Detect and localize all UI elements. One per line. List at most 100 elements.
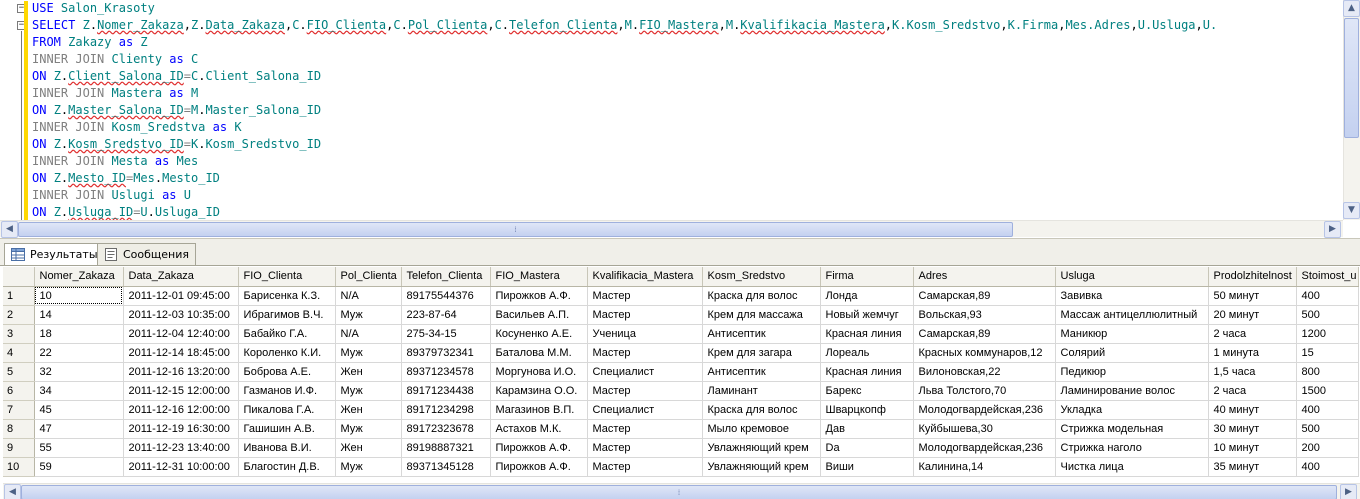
table-cell[interactable]: 1500 [1296, 381, 1359, 401]
table-cell[interactable]: Льва Толстого,70 [913, 381, 1056, 401]
scroll-down-icon[interactable]: ▼ [1343, 202, 1360, 219]
table-cell[interactable]: 2011-12-16 12:00:00 [123, 400, 239, 420]
table-cell[interactable]: Самарская,89 [913, 324, 1056, 344]
row-number[interactable]: 9 [3, 438, 35, 458]
table-cell[interactable]: 2011-12-19 16:30:00 [123, 419, 239, 439]
table-cell[interactable]: 89371234578 [401, 362, 491, 382]
table-cell[interactable]: Благостин Д.В. [238, 457, 336, 477]
table-row[interactable]: 3 18 2011-12-04 12:40:00 Бабайко Г.А. N/A 275… [3, 324, 1359, 344]
table-cell[interactable]: 400 [1296, 286, 1359, 306]
table-cell[interactable]: 500 [1296, 305, 1359, 325]
table-cell[interactable]: 20 минут [1208, 305, 1297, 325]
table-cell[interactable]: Мастер [587, 381, 703, 401]
table-cell[interactable]: 50 минут [1208, 286, 1297, 306]
column-header[interactable]: FIO_Mastera [490, 267, 588, 287]
table-cell[interactable]: Антисептик [702, 324, 821, 344]
table-row[interactable]: 4 22 2011-12-14 18:45:00 Короленко К.И. Муж 8… [3, 343, 1359, 363]
table-cell[interactable]: 500 [1296, 419, 1359, 439]
table-cell[interactable]: Муж [335, 381, 402, 401]
table-cell[interactable]: Чистка лица [1055, 457, 1209, 477]
table-cell[interactable]: 2011-12-31 10:00:00 [123, 457, 239, 477]
table-cell[interactable]: Специалист [587, 362, 703, 382]
table-row[interactable]: 7 45 2011-12-16 12:00:00 Пикалова Г.А. Жен 89… [3, 400, 1359, 420]
query-editor[interactable]: − − USE Salon_Krasoty SELECT Z.Nomer_Zaka… [0, 0, 1360, 238]
table-cell[interactable]: Увлажняющий крем [702, 457, 821, 477]
scroll-right-icon[interactable]: ▶ [1340, 484, 1357, 499]
table-cell[interactable]: Магазинов В.П. [490, 400, 588, 420]
tab-results[interactable]: Результаты [4, 243, 105, 266]
table-cell[interactable]: 45 [34, 400, 124, 420]
table-cell[interactable]: 2011-12-15 12:00:00 [123, 381, 239, 401]
grid-corner[interactable] [3, 267, 35, 287]
table-cell[interactable]: Стрижка наголо [1055, 438, 1209, 458]
table-cell[interactable]: 10 минут [1208, 438, 1297, 458]
table-cell[interactable]: Новый жемчуг [820, 305, 914, 325]
table-cell[interactable]: 35 минут [1208, 457, 1297, 477]
table-cell[interactable]: Мастер [587, 305, 703, 325]
table-cell[interactable]: Маникюр [1055, 324, 1209, 344]
table-cell[interactable]: Муж [335, 305, 402, 325]
table-cell[interactable]: 400 [1296, 457, 1359, 477]
table-cell[interactable]: Мастер [587, 286, 703, 306]
table-cell[interactable]: 89171234298 [401, 400, 491, 420]
table-cell[interactable]: Жен [335, 438, 402, 458]
table-cell[interactable]: Лонда [820, 286, 914, 306]
row-number[interactable]: 10 [3, 457, 35, 477]
table-cell[interactable]: Красных коммунаров,12 [913, 343, 1056, 363]
table-cell[interactable]: Газманов И.Ф. [238, 381, 336, 401]
table-row[interactable]: 2 14 2011-12-03 10:35:00 Ибрагимов В.Ч. Муж 2… [3, 305, 1359, 325]
scrollbar-thumb[interactable] [1344, 18, 1359, 138]
table-cell[interactable]: Массаж антицеллюлитный [1055, 305, 1209, 325]
scrollbar-thumb[interactable]: ⁞ [18, 222, 1013, 237]
table-cell[interactable]: Мастер [587, 457, 703, 477]
column-header[interactable]: FIO_Clienta [238, 267, 336, 287]
table-cell[interactable]: 89172323678 [401, 419, 491, 439]
sql-code[interactable]: USE Salon_Krasoty SELECT Z.Nomer_Zakaza,Z… [32, 0, 1342, 220]
editor-horizontal-scrollbar[interactable]: ◀ ⁞ ▶ [0, 220, 1343, 238]
table-row[interactable]: 5 32 2011-12-16 13:20:00 Боброва А.Е. Жен 893… [3, 362, 1359, 382]
table-cell[interactable]: Краска для волос [702, 400, 821, 420]
table-cell[interactable]: 14 [34, 305, 124, 325]
table-cell[interactable]: Крем для загара [702, 343, 821, 363]
table-cell[interactable]: 59 [34, 457, 124, 477]
table-cell[interactable]: Астахов М.К. [490, 419, 588, 439]
table-cell[interactable]: Мастер [587, 343, 703, 363]
table-cell[interactable]: Васильев А.П. [490, 305, 588, 325]
table-cell[interactable]: 275-34-15 [401, 324, 491, 344]
scroll-left-icon[interactable]: ◀ [4, 484, 21, 499]
table-cell[interactable]: Краска для волос [702, 286, 821, 306]
table-cell[interactable]: 2011-12-14 18:45:00 [123, 343, 239, 363]
column-header[interactable]: Nomer_Zakaza [34, 267, 124, 287]
row-number[interactable]: 1 [3, 286, 35, 306]
table-cell[interactable]: Солярий [1055, 343, 1209, 363]
table-cell[interactable]: Куйбышева,30 [913, 419, 1056, 439]
table-cell[interactable]: Муж [335, 457, 402, 477]
tab-messages[interactable]: Сообщения [97, 243, 197, 265]
table-cell[interactable]: Антисептик [702, 362, 821, 382]
table-cell[interactable]: 32 [34, 362, 124, 382]
table-cell[interactable]: Муж [335, 343, 402, 363]
column-header[interactable]: Stoimost_u [1296, 267, 1359, 287]
table-cell[interactable]: 2011-12-03 10:35:00 [123, 305, 239, 325]
table-row[interactable]: 10 59 2011-12-31 10:00:00 Благостин Д.В. Муж… [3, 457, 1359, 477]
table-cell[interactable]: 22 [34, 343, 124, 363]
column-header[interactable]: Data_Zakaza [123, 267, 239, 287]
table-cell[interactable]: 1,5 часа [1208, 362, 1297, 382]
table-cell[interactable]: Мастер [587, 419, 703, 439]
table-row[interactable]: 6 34 2011-12-15 12:00:00 Газманов И.Ф. Муж 89… [3, 381, 1359, 401]
table-cell[interactable]: 800 [1296, 362, 1359, 382]
scroll-right-icon[interactable]: ▶ [1324, 221, 1341, 238]
table-cell[interactable]: Боброва А.Е. [238, 362, 336, 382]
table-row[interactable]: 1 10 2011-12-01 09:45:00 Барисенка К.З. N/A 8… [3, 286, 1359, 306]
table-cell[interactable]: 223-87-64 [401, 305, 491, 325]
table-cell[interactable]: Пирожков А.Ф. [490, 457, 588, 477]
table-cell[interactable]: Карамзина О.О. [490, 381, 588, 401]
table-row[interactable]: 9 55 2011-12-23 13:40:00 Иванова В.И. Жен 891… [3, 438, 1359, 458]
table-cell[interactable]: Пирожков А.Ф. [490, 286, 588, 306]
table-cell[interactable]: Гашишин А.В. [238, 419, 336, 439]
table-cell[interactable]: Стрижка модельная [1055, 419, 1209, 439]
table-cell[interactable]: Пикалова Г.А. [238, 400, 336, 420]
editor-vertical-scrollbar[interactable]: ▲ ▼ [1343, 0, 1360, 220]
scroll-left-icon[interactable]: ◀ [1, 221, 18, 238]
table-cell[interactable]: Ученица [587, 324, 703, 344]
